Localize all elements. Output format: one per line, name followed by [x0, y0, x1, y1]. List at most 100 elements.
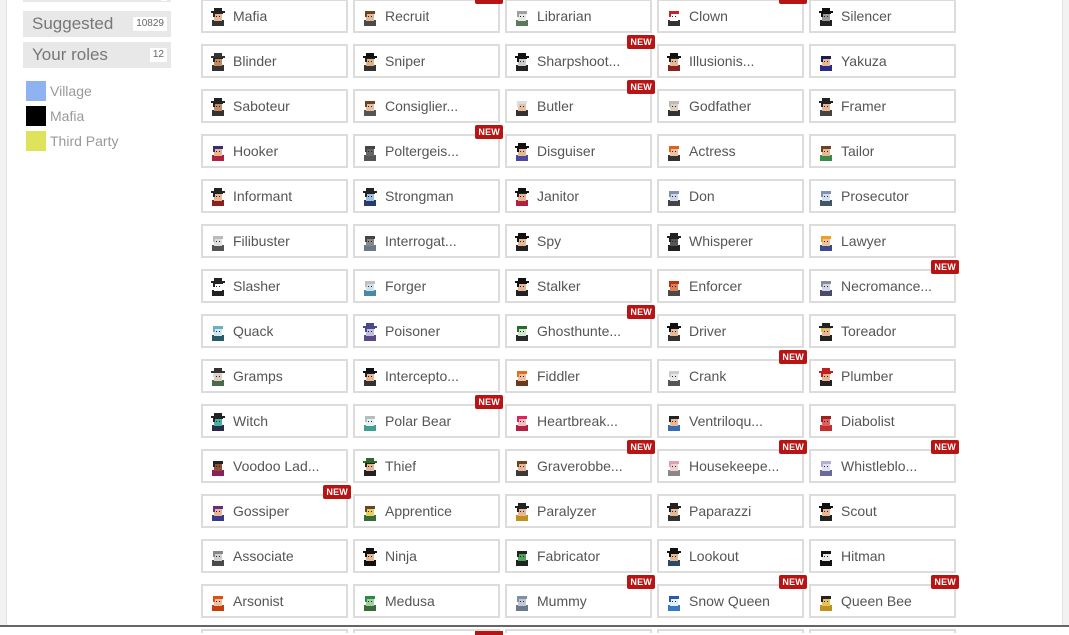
role-name: Saboteur: [233, 98, 290, 114]
role-name: Fiddler: [537, 368, 580, 384]
role-name: Spy: [537, 233, 562, 249]
role-avatar-icon: [667, 53, 681, 71]
role-tile[interactable]: Whisperer: [657, 224, 804, 258]
new-badge: NEW: [475, 125, 503, 139]
role-tile[interactable]: Polar Bear NEW: [353, 395, 503, 438]
role-tile-partial[interactable]: [353, 629, 503, 635]
role-tile[interactable]: Mafia: [201, 0, 348, 33]
role-tile[interactable]: Hooker: [201, 134, 348, 168]
role-name: Silencer: [841, 8, 892, 24]
role-tile[interactable]: Clown NEW: [657, 0, 807, 33]
role-tile[interactable]: Plumber: [809, 359, 956, 393]
role-tile[interactable]: Ghosthunte... NEW: [505, 305, 655, 348]
role-tile[interactable]: Framer: [809, 89, 956, 123]
role-name: Queen Bee: [841, 593, 912, 609]
role-tile[interactable]: Filibuster: [201, 224, 348, 258]
role-avatar-icon: [211, 98, 225, 116]
role-tile[interactable]: Librarian: [505, 0, 652, 33]
role-tile-partial[interactable]: [657, 629, 804, 633]
role-tile[interactable]: Poisoner: [353, 314, 500, 348]
role-tile[interactable]: Heartbreak...: [505, 404, 652, 438]
role-tile[interactable]: Associate: [201, 539, 348, 573]
role-tile[interactable]: Queen Bee NEW: [809, 575, 959, 618]
role-tile[interactable]: Silencer: [809, 0, 956, 33]
role-tile[interactable]: Voodoo Lad...: [201, 449, 348, 483]
role-tile[interactable]: Medusa: [353, 584, 500, 618]
role-tile[interactable]: Spy: [505, 224, 652, 258]
role-tile[interactable]: Scout: [809, 494, 956, 528]
role-tile[interactable]: Housekeepe... NEW: [657, 440, 807, 483]
role-tile[interactable]: Paralyzer: [505, 494, 652, 528]
role-tile[interactable]: Blinder: [201, 44, 348, 78]
role-avatar-icon: [819, 98, 833, 116]
role-tile[interactable]: Slasher: [201, 269, 348, 303]
role-tile[interactable]: Stalker: [505, 269, 652, 303]
role-name: Mafia: [233, 8, 268, 24]
role-tile[interactable]: Necromance... NEW: [809, 260, 959, 303]
role-tile[interactable]: Mummy NEW: [505, 575, 655, 618]
role-tile[interactable]: Toreador: [809, 314, 956, 348]
role-tile[interactable]: Gramps: [201, 359, 348, 393]
role-tile[interactable]: Crank NEW: [657, 350, 807, 393]
sidebar-tab-top[interactable]: [23, 0, 171, 2]
role-tile[interactable]: Gossiper NEW: [201, 485, 351, 528]
role-tile[interactable]: Apprentice: [353, 494, 500, 528]
role-name: Yakuza: [841, 53, 887, 69]
role-tile[interactable]: Recruit NEW: [353, 0, 503, 33]
role-tile[interactable]: Snow Queen NEW: [657, 575, 807, 618]
role-tile[interactable]: Consiglier...: [353, 89, 500, 123]
role-tile[interactable]: Actress: [657, 134, 804, 168]
role-tile[interactable]: Diabolist: [809, 404, 956, 438]
role-tile[interactable]: Illusionis...: [657, 44, 804, 78]
role-tile[interactable]: Poltergeis... NEW: [353, 125, 503, 168]
role-tile[interactable]: Fabricator: [505, 539, 652, 573]
right-scroll-frame[interactable]: [1062, 0, 1069, 627]
role-avatar-icon: [211, 53, 225, 71]
role-tile[interactable]: Yakuza: [809, 44, 956, 78]
role-avatar-icon: [364, 101, 376, 116]
role-tile[interactable]: Disguiser: [505, 134, 652, 168]
role-tile[interactable]: Don: [657, 179, 804, 213]
role-tile[interactable]: Prosecutor: [809, 179, 956, 213]
role-tile[interactable]: Graverobbe... NEW: [505, 440, 655, 483]
role-name: Filibuster: [233, 233, 290, 249]
role-tile[interactable]: Witch: [201, 404, 348, 438]
role-tile[interactable]: Sharpshoot... NEW: [505, 35, 655, 78]
role-tile[interactable]: Lawyer: [809, 224, 956, 258]
role-tile[interactable]: Tailor: [809, 134, 956, 168]
role-tile[interactable]: Hitman: [809, 539, 956, 573]
role-tile[interactable]: Janitor: [505, 179, 652, 213]
role-tile[interactable]: Whistleblo... NEW: [809, 440, 959, 483]
role-tile[interactable]: Saboteur: [201, 89, 348, 123]
role-tile-partial[interactable]: [809, 629, 956, 633]
role-tile[interactable]: Enforcer: [657, 269, 804, 303]
role-name: Snow Queen: [689, 593, 770, 609]
role-tile[interactable]: Lookout: [657, 539, 804, 573]
role-name: Lawyer: [841, 233, 887, 249]
role-tile[interactable]: Paparazzi: [657, 494, 804, 528]
role-tile-partial[interactable]: [201, 629, 348, 633]
role-name: Arsonist: [233, 593, 284, 609]
role-tile[interactable]: Interrogat...: [353, 224, 500, 258]
sidebar-tab-suggested[interactable]: Suggested 10829: [23, 11, 171, 37]
role-tile[interactable]: Ventriloqu...: [657, 404, 804, 438]
sidebar-tab-your-roles[interactable]: Your roles 12: [23, 42, 171, 68]
role-avatar-icon: [363, 323, 377, 341]
role-tile[interactable]: Informant: [201, 179, 348, 213]
role-avatar-icon: [820, 236, 832, 251]
role-tile[interactable]: Butler NEW: [505, 80, 655, 123]
role-tile[interactable]: Godfather: [657, 89, 804, 123]
role-tile[interactable]: Thief: [353, 449, 500, 483]
role-tile[interactable]: Arsonist: [201, 584, 348, 618]
role-tile[interactable]: Intercepto...: [353, 359, 500, 393]
role-tile[interactable]: Quack: [201, 314, 348, 348]
role-name: Diabolist: [841, 413, 895, 429]
new-badge: NEW: [475, 395, 503, 409]
role-tile[interactable]: Sniper: [353, 44, 500, 78]
role-tile[interactable]: Strongman: [353, 179, 500, 213]
role-tile[interactable]: Driver: [657, 314, 804, 348]
role-tile[interactable]: Forger: [353, 269, 500, 303]
role-tile[interactable]: Ninja: [353, 539, 500, 573]
role-tile[interactable]: Fiddler: [505, 359, 652, 393]
role-tile-partial[interactable]: [505, 629, 652, 633]
